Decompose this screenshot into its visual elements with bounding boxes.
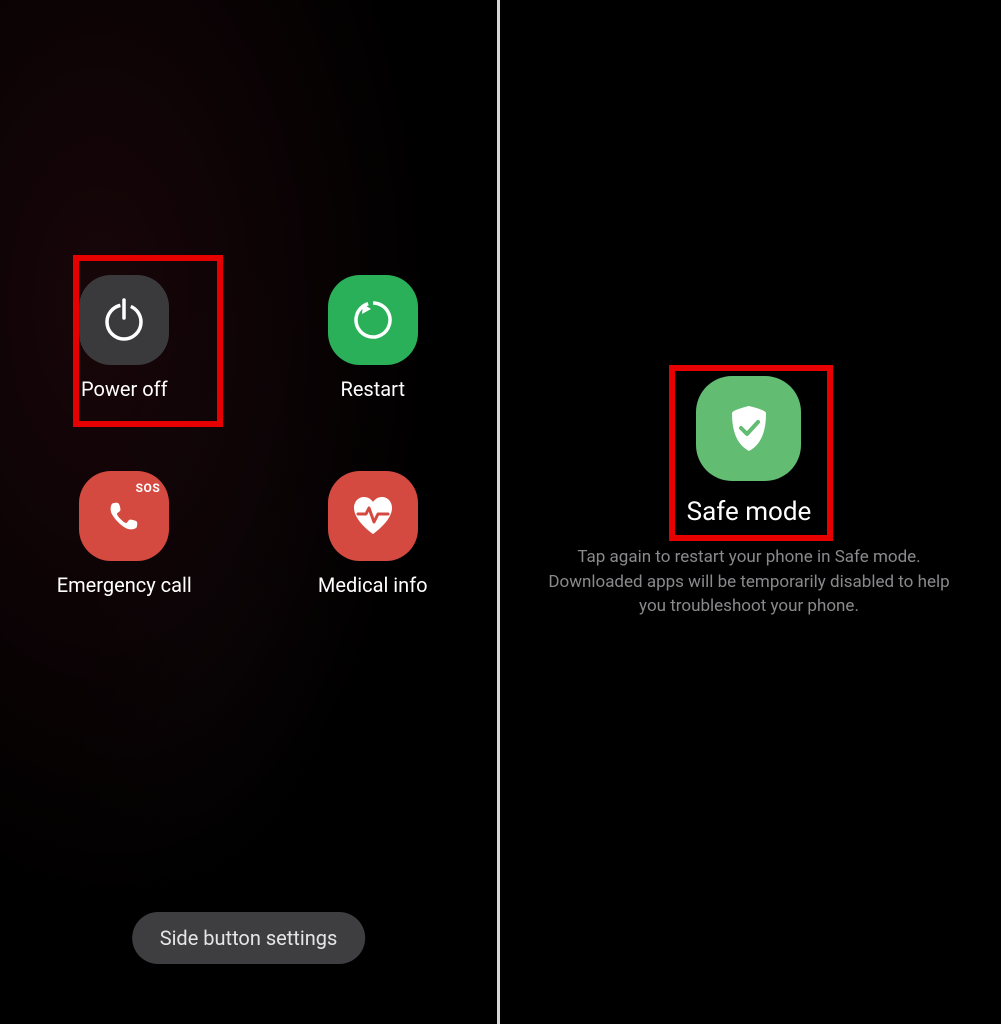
phone-sos-icon: SOS <box>79 471 169 561</box>
emergency-call-label: Emergency call <box>57 573 192 597</box>
safe-mode-button[interactable]: Safe mode <box>687 376 812 527</box>
side-button-settings-button[interactable]: Side button settings <box>132 912 366 964</box>
restart-label: Restart <box>341 377 405 401</box>
restart-icon <box>328 275 418 365</box>
safe-mode-container: Safe mode Tap again to restart your phon… <box>497 376 1001 619</box>
shield-check-icon <box>696 376 801 481</box>
safe-mode-title: Safe mode <box>687 497 812 527</box>
panel-divider <box>497 0 500 1024</box>
power-icon <box>79 275 169 365</box>
side-button-settings-label: Side button settings <box>160 926 338 950</box>
restart-button[interactable]: Restart <box>328 275 418 401</box>
medical-info-button[interactable]: Medical info <box>318 471 428 597</box>
sos-badge: SOS <box>136 481 161 495</box>
medical-info-label: Medical info <box>318 573 428 597</box>
power-options-grid: Power off Restart SOS Emergency call <box>0 275 497 597</box>
power-off-button[interactable]: Power off <box>79 275 169 401</box>
emergency-call-button[interactable]: SOS Emergency call <box>57 471 192 597</box>
power-menu-screen: Power off Restart SOS Emergency call <box>0 0 497 1024</box>
safe-mode-screen: Safe mode Tap again to restart your phon… <box>497 0 1001 1024</box>
power-off-label: Power off <box>81 377 168 401</box>
safe-mode-description: Tap again to restart your phone in Safe … <box>534 545 964 619</box>
heart-pulse-icon <box>328 471 418 561</box>
